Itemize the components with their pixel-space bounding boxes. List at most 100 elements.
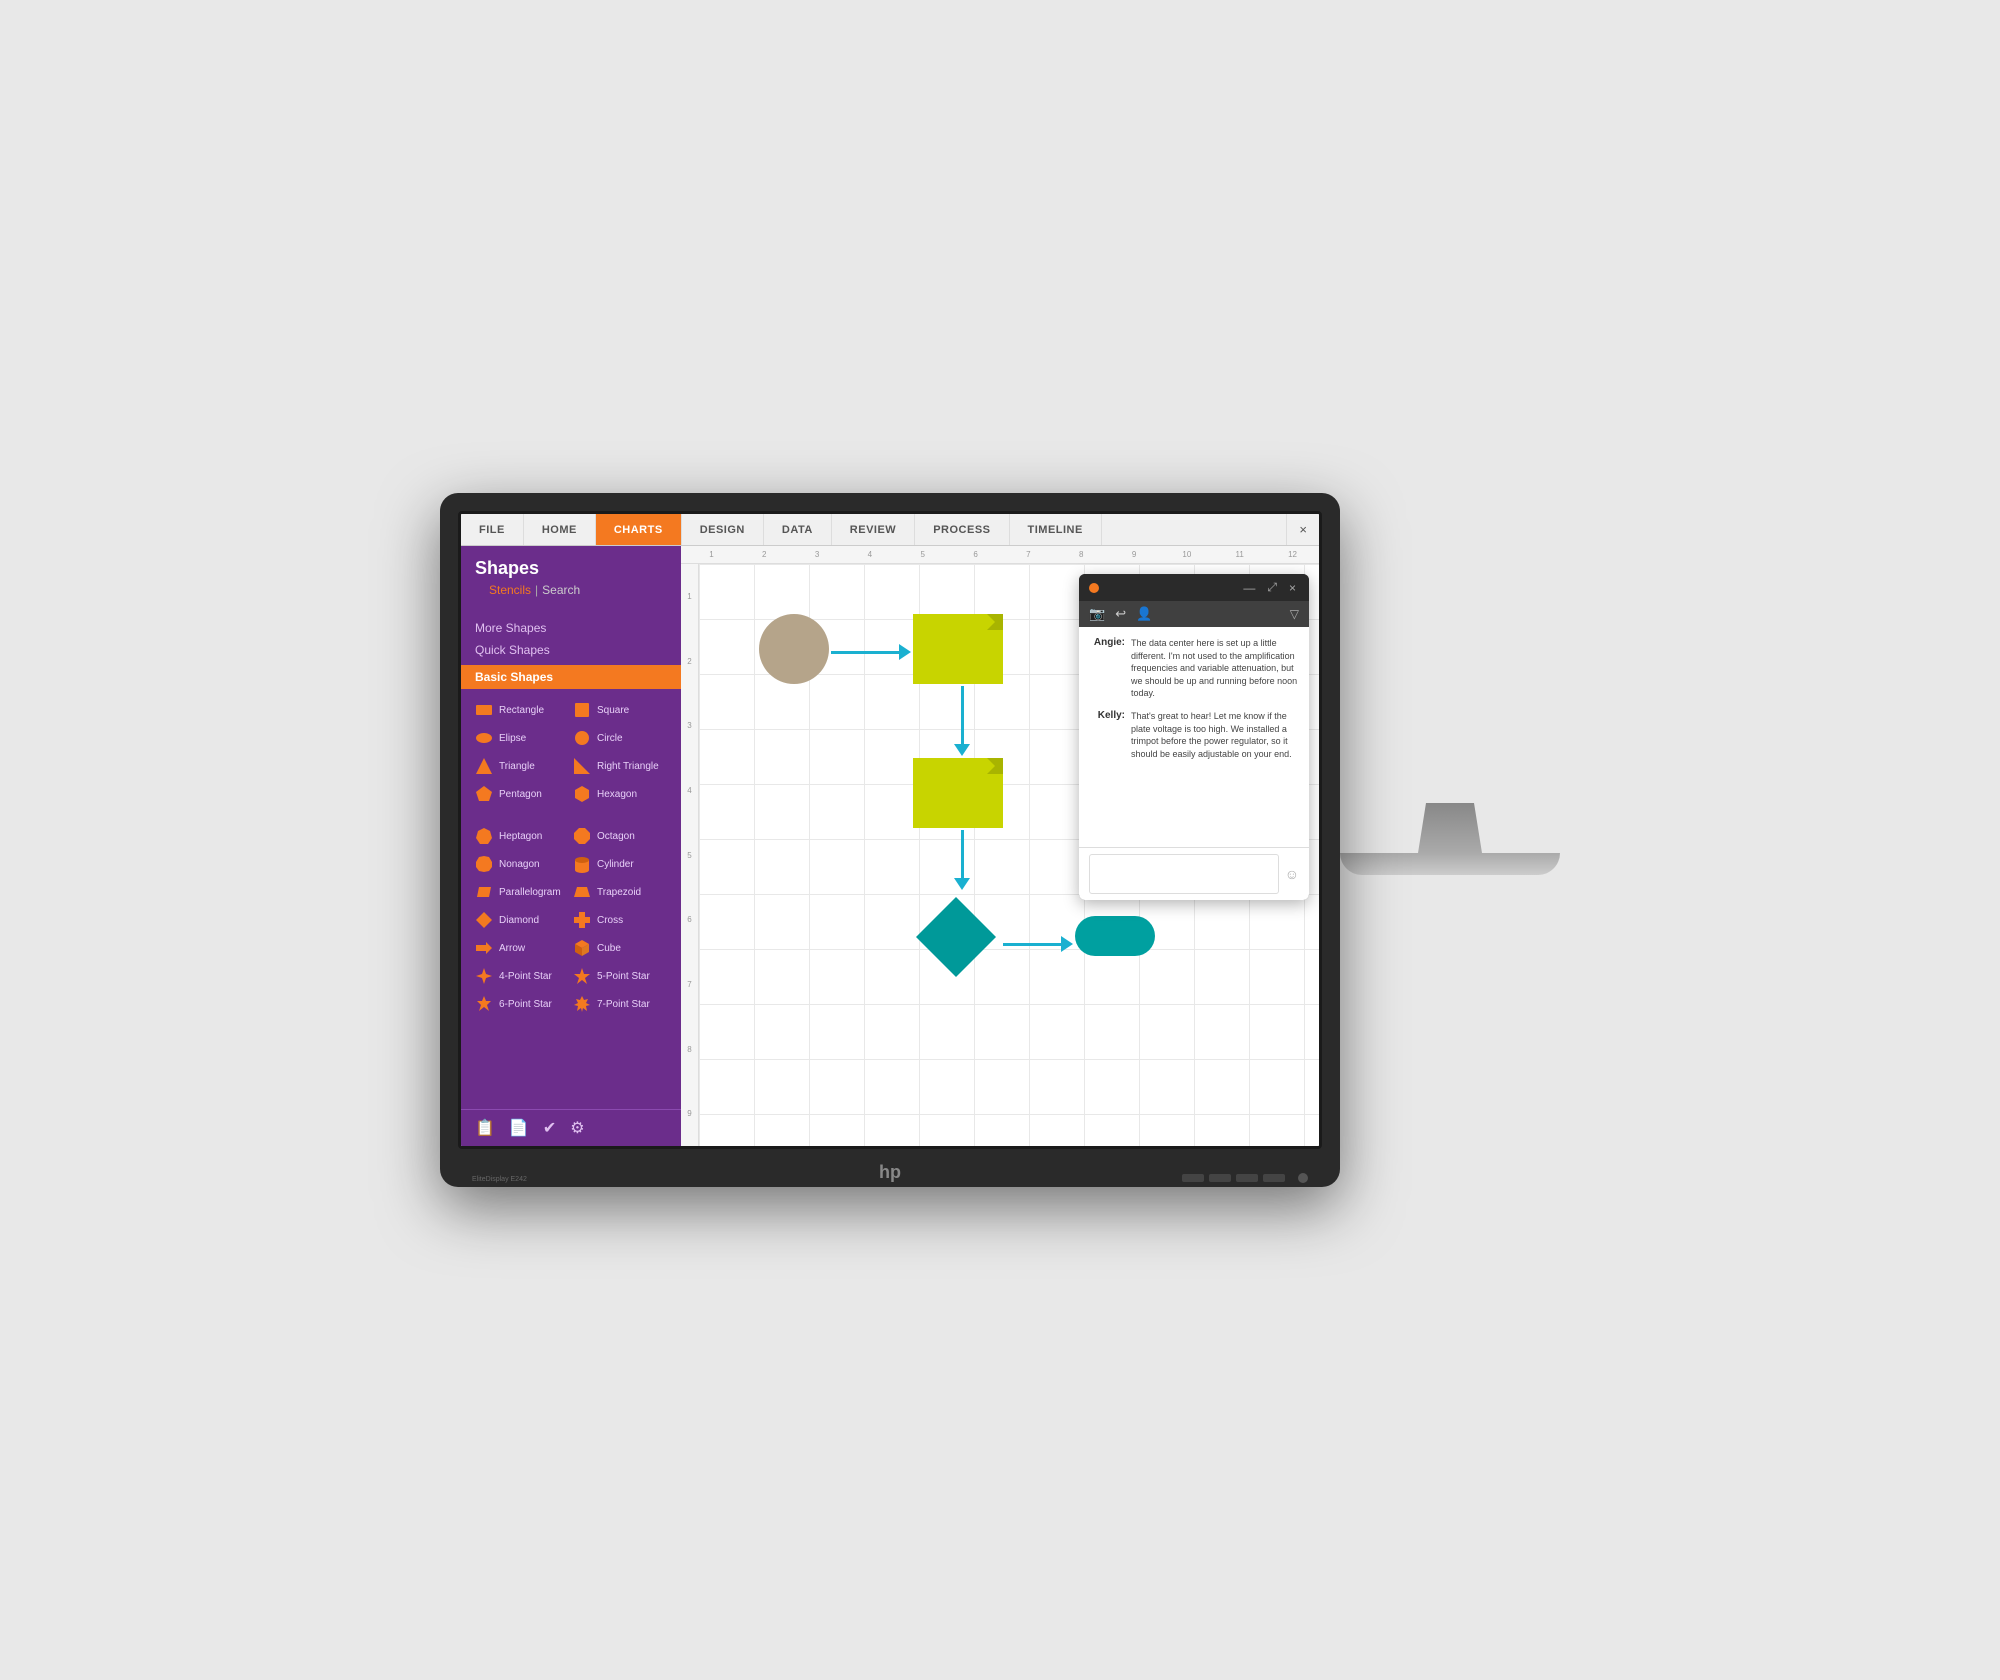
shape-item-circle[interactable]: Circle — [573, 727, 667, 749]
sidebar-bottom: 📋 📄 ✔ ⚙ — [461, 1109, 681, 1146]
emoji-icon[interactable]: ☺ — [1285, 866, 1299, 882]
sidebar-nav: Stencils | Search — [475, 583, 667, 607]
search-link[interactable]: Search — [542, 583, 580, 597]
chat-input[interactable] — [1089, 854, 1279, 894]
video-icon[interactable]: 📷 — [1089, 606, 1105, 622]
fc-arrow-4 — [1003, 936, 1073, 952]
monitor-screen: FILE HOME CHARTS DESIGN DATA REVIEW PROC… — [458, 511, 1322, 1149]
ruler-vertical: 1 2 3 4 5 6 7 8 9 — [681, 564, 699, 1146]
shape-item-pentagon[interactable]: Pentagon — [475, 783, 569, 805]
canvas-area: 1 2 3 4 5 6 7 8 9 10 11 12 — [681, 546, 1319, 1146]
tab-data[interactable]: DATA — [764, 514, 832, 545]
sidebar: Shapes Stencils | Search More Shapes Qui… — [461, 546, 681, 1146]
monitor-btn-2[interactable] — [1209, 1174, 1231, 1182]
quick-shapes-item[interactable]: Quick Shapes — [475, 639, 667, 661]
chat-message-1: Angie: The data center here is set up a … — [1089, 637, 1299, 700]
users-icon[interactable]: 👤 — [1136, 606, 1152, 622]
monitor-btn-1[interactable] — [1182, 1174, 1204, 1182]
hp-logo: hp — [879, 1162, 901, 1183]
fc-rect-2[interactable] — [913, 758, 1003, 828]
tab-home[interactable]: HOME — [524, 514, 596, 545]
fc-rounded-rect[interactable] — [1075, 916, 1155, 956]
monitor-power-button[interactable] — [1298, 1173, 1308, 1183]
close-chat-button[interactable]: × — [1286, 581, 1299, 595]
shape-item-rectangle[interactable]: Rectangle — [475, 699, 569, 721]
tab-charts[interactable]: CHARTS — [596, 514, 682, 545]
ruler-num-12: 12 — [1266, 550, 1319, 559]
shape-item-cylinder[interactable]: Cylinder — [573, 853, 667, 875]
chat-message-2: Kelly: That's great to hear! Let me know… — [1089, 710, 1299, 760]
fc-arrow-2 — [954, 686, 970, 756]
fc-circle[interactable] — [759, 614, 829, 684]
tab-timeline[interactable]: TIMELINE — [1010, 514, 1102, 545]
tab-process[interactable]: PROCESS — [915, 514, 1009, 545]
tab-design[interactable]: DESIGN — [682, 514, 764, 545]
ruler-num-3: 3 — [791, 550, 844, 559]
chat-messages: Angie: The data center here is set up a … — [1079, 627, 1309, 847]
ruler-num-4: 4 — [843, 550, 896, 559]
ruler-num-7: 7 — [1002, 550, 1055, 559]
shape-item-elipse[interactable]: Elipse — [475, 727, 569, 749]
ruler-v-9: 9 — [681, 1081, 698, 1146]
ruler-v-2: 2 — [681, 629, 698, 694]
monitor-stand-base — [1340, 853, 1560, 875]
fc-rect-1[interactable] — [913, 614, 1003, 684]
maximize-button[interactable]: ⤢ — [1264, 580, 1280, 595]
clipboard-icon[interactable]: 📋 — [475, 1118, 495, 1138]
phone-icon[interactable]: ↩ — [1115, 606, 1126, 622]
tab-file[interactable]: FILE — [461, 514, 524, 545]
more-shapes-item[interactable]: More Shapes — [475, 617, 667, 639]
shape-item-trapezoid[interactable]: Trapezoid — [573, 881, 667, 903]
shape-item-nonagon[interactable]: Nonagon — [475, 853, 569, 875]
ruler-num-10: 10 — [1160, 550, 1213, 559]
monitor-btn-4[interactable] — [1263, 1174, 1285, 1182]
ruler-num-5: 5 — [896, 550, 949, 559]
ruler-num-2: 2 — [738, 550, 791, 559]
sidebar-title: Shapes — [475, 558, 667, 579]
shape-item-hexagon[interactable]: Hexagon — [573, 783, 667, 805]
shape-item-triangle[interactable]: Triangle — [475, 755, 569, 777]
shape-item-parallelogram[interactable]: Parallelogram — [475, 881, 569, 903]
monitor-buttons — [1182, 1173, 1308, 1183]
shape-item-square[interactable]: Square — [573, 699, 667, 721]
shape-item-7-point-star[interactable]: 7-Point Star — [573, 993, 667, 1015]
fc-arrow-3 — [954, 830, 970, 890]
ruler-v-4: 4 — [681, 758, 698, 823]
ruler-v-5: 5 — [681, 823, 698, 888]
nav-separator: | — [535, 583, 538, 597]
ruler-num-9: 9 — [1108, 550, 1161, 559]
minimize-button[interactable]: — — [1240, 581, 1258, 595]
shape-item-octagon[interactable]: Octagon — [573, 825, 667, 847]
check-icon[interactable]: ✔ — [543, 1118, 556, 1138]
shape-item-4-point-star[interactable]: 4-Point Star — [475, 965, 569, 987]
chat-panel: — ⤢ × 📷 ↩ 👤 ▽ Angie: The data center her… — [1079, 574, 1309, 900]
ruler-v-6: 6 — [681, 887, 698, 952]
filter-icon[interactable]: ▽ — [1290, 607, 1299, 621]
settings-icon[interactable]: ⚙ — [570, 1118, 584, 1138]
chat-input-area: ☺ — [1079, 847, 1309, 900]
shape-item-5-point-star[interactable]: 5-Point Star — [573, 965, 667, 987]
shape-item-right-triangle[interactable]: Right Triangle — [573, 755, 667, 777]
chat-titlebar: — ⤢ × — [1079, 574, 1309, 601]
monitor-bezel-bottom: hp EliteDisplay E242 — [458, 1157, 1322, 1187]
basic-shapes-item[interactable]: Basic Shapes — [461, 665, 681, 689]
close-button[interactable]: × — [1286, 514, 1319, 545]
shape-item-arrow[interactable]: Arrow — [475, 937, 569, 959]
monitor-brand-label: EliteDisplay E242 — [472, 1176, 527, 1183]
shape-item-cube[interactable]: Cube — [573, 937, 667, 959]
ruler-v-3: 3 — [681, 693, 698, 758]
list-icon[interactable]: 📄 — [509, 1118, 529, 1138]
shape-item-heptagon[interactable]: Heptagon — [475, 825, 569, 847]
monitor-btn-3[interactable] — [1236, 1174, 1258, 1182]
menu-bar: FILE HOME CHARTS DESIGN DATA REVIEW PROC… — [461, 514, 1319, 546]
ruler-num-8: 8 — [1055, 550, 1108, 559]
tab-review[interactable]: REVIEW — [832, 514, 915, 545]
chat-text-2: That's great to hear! Let me know if the… — [1131, 710, 1299, 760]
ruler-num-1: 1 — [685, 550, 738, 559]
fc-diamond[interactable] — [911, 892, 1001, 982]
shape-item-cross[interactable]: Cross — [573, 909, 667, 931]
ruler-v-7: 7 — [681, 952, 698, 1017]
shape-item-diamond[interactable]: Diamond — [475, 909, 569, 931]
stencils-link[interactable]: Stencils — [489, 583, 531, 597]
shape-item-6-point-star[interactable]: 6-Point Star — [475, 993, 569, 1015]
